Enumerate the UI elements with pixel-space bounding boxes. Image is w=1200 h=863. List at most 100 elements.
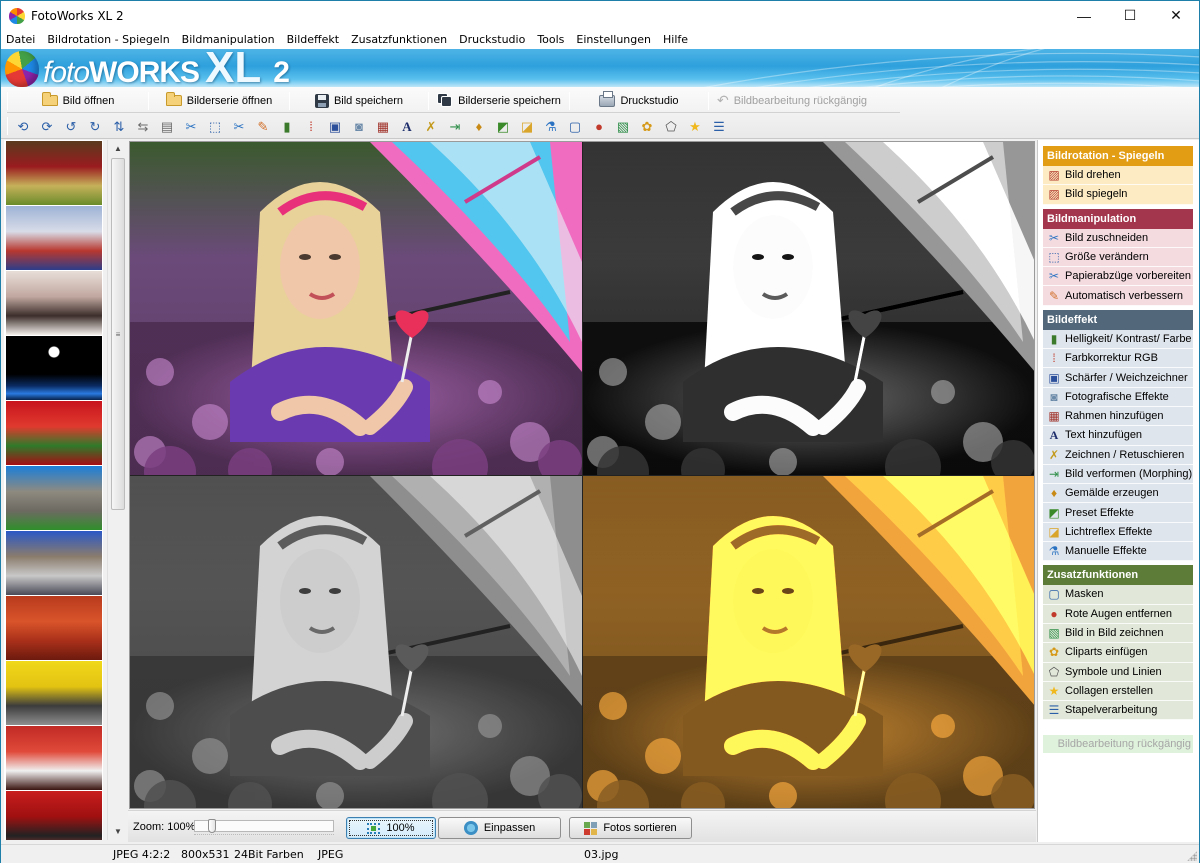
masks-icon[interactable]: ▢	[563, 115, 587, 137]
panel-item-bild-spiegeln[interactable]: ▨ Bild spiegeln	[1043, 185, 1193, 205]
preview-sepia[interactable]	[583, 476, 1034, 808]
panel-item-symbole-und-linien[interactable]: ⬠ Symbole und Linien	[1043, 662, 1193, 682]
crop-icon[interactable]: ✂	[179, 115, 203, 137]
panel-item-helligkeit-kontrast-farbe[interactable]: ▮ Helligkeit/ Kontrast/ Farbe	[1043, 329, 1193, 350]
open-series-button[interactable]: Bilderserie öffnen	[149, 90, 289, 112]
red-eye-icon[interactable]: ●	[587, 115, 611, 137]
fit-button[interactable]: Einpassen	[438, 817, 561, 839]
save-series-button[interactable]: Bilderserie speichern	[429, 90, 569, 112]
print-prep-icon[interactable]: ✂	[227, 115, 251, 137]
print-studio-button[interactable]: Druckstudio	[570, 90, 708, 112]
panel-item-masken[interactable]: ▢ Masken	[1043, 585, 1193, 605]
panel-item-farbkorrektur-rgb[interactable]: ⁞ Farbkorrektur RGB	[1043, 349, 1193, 369]
preset-effects-icon[interactable]: ◩	[491, 115, 515, 137]
photo-effects-icon[interactable]: ◙	[347, 115, 371, 137]
painting-icon[interactable]: ♦	[467, 115, 491, 137]
minimize-button[interactable]: —	[1061, 1, 1107, 30]
sharpen-icon[interactable]: ▣	[323, 115, 347, 137]
text-icon[interactable]: A	[395, 115, 419, 137]
rgb-icon[interactable]: ⁞	[299, 115, 323, 137]
thumbnail-scrollbar[interactable]: ▲ ≡ ▼	[107, 140, 127, 840]
panel-item-manuelle-effekte[interactable]: ⚗ Manuelle Effekte	[1043, 542, 1193, 562]
morphing-icon[interactable]: ⇥	[443, 115, 467, 137]
symbols-icon[interactable]: ⬠	[659, 115, 683, 137]
sort-photos-button[interactable]: Fotos sortieren	[569, 817, 692, 839]
thumbnail-conference-room[interactable]	[6, 271, 102, 335]
panel-group-header[interactable]: Bildmanipulation	[1043, 208, 1193, 229]
rotate-cw-icon[interactable]: ↻	[83, 115, 107, 137]
menu-druckstudio[interactable]: Druckstudio	[453, 33, 531, 46]
preview-black-white[interactable]	[583, 142, 1034, 475]
maximize-button[interactable]: ☐	[1107, 1, 1153, 30]
thumbnail-fruit-basket[interactable]	[6, 141, 102, 205]
panel-item-automatisch-verbessern[interactable]: ✎ Automatisch verbessern	[1043, 286, 1193, 306]
open-image-button[interactable]: Bild öffnen	[8, 90, 148, 112]
panel-item-lichtreflex-effekte[interactable]: ◪ Lichtreflex Effekte	[1043, 522, 1193, 543]
thumbnail-castle[interactable]	[6, 466, 102, 530]
cliparts-icon[interactable]: ✿	[635, 115, 659, 137]
frame-icon[interactable]: ▦	[371, 115, 395, 137]
thumbnail-red-car-interior[interactable]	[6, 726, 102, 790]
menu-bildeffekt[interactable]: Bildeffekt	[281, 33, 345, 46]
thumbnail-yellow-car[interactable]	[6, 661, 102, 725]
panel-group-header[interactable]: Bildrotation - Spiegeln	[1043, 146, 1193, 166]
panel-item-bild-drehen[interactable]: ▨ Bild drehen	[1043, 166, 1193, 186]
panel-item-schärfer-weichzeichner[interactable]: ▣ Schärfer / Weichzeichner	[1043, 368, 1193, 388]
preview-grayscale[interactable]	[130, 476, 582, 808]
retouch-icon[interactable]: ✗	[419, 115, 443, 137]
menu-datei[interactable]: Datei	[1, 33, 41, 46]
rotate-right-icon[interactable]: ⟳	[35, 115, 59, 137]
panel-item-cliparts-einfügen[interactable]: ✿ Cliparts einfügen	[1043, 643, 1193, 663]
scroll-down-arrow[interactable]: ▼	[108, 823, 128, 840]
resize-grip[interactable]	[1187, 851, 1197, 861]
panel-group-header[interactable]: Bildeffekt	[1043, 309, 1193, 330]
panel-item-bild-zuschneiden[interactable]: ✂ Bild zuschneiden	[1043, 228, 1193, 248]
panel-item-zeichnen-retuschieren[interactable]: ✗ Zeichnen / Retuschieren	[1043, 445, 1193, 465]
panel-item-bild-in-bild-zeichnen[interactable]: ▧ Bild in Bild zeichnen	[1043, 623, 1193, 644]
zoom-slider[interactable]	[194, 819, 334, 833]
thumbnail-strawberries[interactable]	[6, 401, 102, 465]
menu-tools[interactable]: Tools	[531, 33, 570, 46]
scroll-thumb[interactable]: ≡	[111, 158, 125, 510]
panel-item-rahmen-hinzufügen[interactable]: ▦ Rahmen hinzufügen	[1043, 406, 1193, 427]
panel-item-papierabzüge-vorbereiten[interactable]: ✂ Papierabzüge vorbereiten	[1043, 267, 1193, 287]
save-image-button[interactable]: Bild speichern	[290, 90, 428, 112]
panel-item-text-hinzufügen[interactable]: A Text hinzufügen	[1043, 426, 1193, 446]
panel-item-preset-effekte[interactable]: ◩ Preset Effekte	[1043, 503, 1193, 523]
scroll-up-arrow[interactable]: ▲	[108, 140, 128, 157]
menu-zusatzfunktionen[interactable]: Zusatzfunktionen	[345, 33, 453, 46]
panel-item-collagen-erstellen[interactable]: ★ Collagen erstellen	[1043, 681, 1193, 702]
undo-button[interactable]: ↶ Bildbearbeitung rückgängig	[709, 90, 875, 112]
menu-hilfe[interactable]: Hilfe	[657, 33, 694, 46]
zoom-slider-knob[interactable]	[208, 819, 216, 833]
flip-horizontal-icon[interactable]: ⇆	[131, 115, 155, 137]
panel-item-rote-augen-entfernen[interactable]: ● Rote Augen entfernen	[1043, 604, 1193, 624]
thumbnail-plane-sunset[interactable]	[6, 596, 102, 660]
flip-vertical-icon[interactable]: ⇅	[107, 115, 131, 137]
auto-enhance-icon[interactable]: ✎	[251, 115, 275, 137]
resize-icon[interactable]: ⬚	[203, 115, 227, 137]
zoom-100-button[interactable]: 100%	[346, 817, 436, 839]
thumbnail-paint-palette[interactable]	[6, 206, 102, 270]
light-reflex-icon[interactable]: ◪	[515, 115, 539, 137]
thumbnail-moon-earth[interactable]	[6, 336, 102, 400]
panel-undo-button[interactable]: Bildbearbeitung rückgängig	[1043, 735, 1193, 754]
scan-icon[interactable]: ▤	[155, 115, 179, 137]
thumbnail-castle-bridge[interactable]	[6, 531, 102, 595]
brightness-icon[interactable]: ▮	[275, 115, 299, 137]
close-button[interactable]: ✕	[1153, 1, 1199, 30]
panel-item-bild-verformen-morphing-[interactable]: ⇥ Bild verformen (Morphing)	[1043, 464, 1193, 485]
panel-item-stapelverarbeitung[interactable]: ☰ Stapelverarbeitung	[1043, 701, 1193, 721]
menu-bildrotation[interactable]: Bildrotation - Spiegeln	[41, 33, 175, 46]
batch-icon[interactable]: ☰	[707, 115, 731, 137]
panel-group-header[interactable]: Zusatzfunktionen	[1043, 565, 1193, 586]
rotate-left-icon[interactable]: ⟲	[11, 115, 35, 137]
rotate-ccw-icon[interactable]: ↺	[59, 115, 83, 137]
panel-item-größe-verändern[interactable]: ⬚ Größe verändern	[1043, 247, 1193, 268]
panel-item-fotografische-effekte[interactable]: ◙ Fotografische Effekte	[1043, 387, 1193, 407]
manual-effects-icon[interactable]: ⚗	[539, 115, 563, 137]
collage-icon[interactable]: ★	[683, 115, 707, 137]
menu-einstellungen[interactable]: Einstellungen	[570, 33, 657, 46]
menu-bildmanipulation[interactable]: Bildmanipulation	[176, 33, 281, 46]
panel-item-gemälde-erzeugen[interactable]: ♦ Gemälde erzeugen	[1043, 484, 1193, 504]
